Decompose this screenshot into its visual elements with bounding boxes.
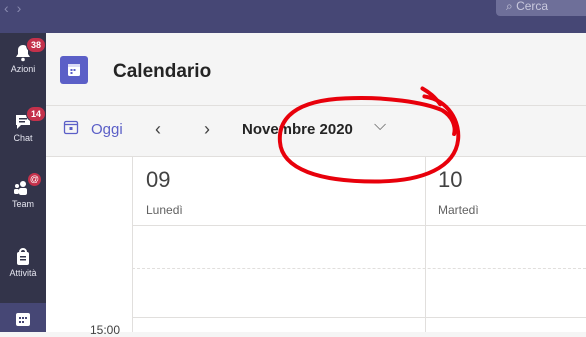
rail-item-label: Chat [13,133,33,143]
today-button[interactable] [63,119,79,140]
day-date-monday: 09 [146,167,171,192]
half-hour-line [132,268,586,269]
header-separator [132,225,586,226]
rail-item-label: Attività [9,268,37,278]
assignments-bag-icon [13,247,33,267]
rail-item-chat[interactable]: 14 Chat [0,106,46,143]
app-rail: 38 Azioni 14 Chat @ Team Attività [0,33,46,332]
history-nav[interactable]: ‹› [4,0,29,16]
calendar-app-icon [60,56,88,84]
rail-item-label: Azioni [10,64,36,74]
rail-item-azioni[interactable]: 38 Azioni [0,37,46,74]
mention-badge: @ [27,172,42,187]
page-title: Calendario [113,61,212,82]
rail-item-calendario[interactable] [0,303,46,332]
hour-line [132,317,586,318]
column-divider [132,157,133,332]
search-icon: ⌕ [506,0,513,13]
search-input[interactable]: ⌕ Cerca [496,0,586,16]
back-chevron-icon[interactable]: ‹ [4,0,17,16]
day-name-monday: Lunedì [146,203,183,217]
rail-item-label: Team [11,199,34,209]
rail-item-attivita[interactable]: Attività [0,247,46,278]
notification-badge: 38 [26,37,46,53]
previous-week-chevron-icon[interactable]: ‹ [155,119,161,140]
next-week-chevron-icon[interactable]: › [204,119,210,140]
today-label[interactable]: Oggi [91,121,123,138]
search-placeholder: Cerca [516,0,549,13]
chat-icon: 14 [13,106,46,132]
calendar-icon [15,311,31,327]
forward-chevron-icon[interactable]: › [17,0,30,16]
notification-badge: 14 [26,106,46,122]
rail-item-team[interactable]: @ Team [0,172,46,209]
annotation-circle [277,86,461,184]
team-icon: @ [13,172,42,198]
day-name-tuesday: Martedì [438,203,479,217]
title-bar: ‹› ⌕ Cerca [0,0,586,33]
today-calendar-icon [63,120,79,135]
time-label: 15:00 [90,323,121,337]
bell-icon: 38 [13,37,46,63]
